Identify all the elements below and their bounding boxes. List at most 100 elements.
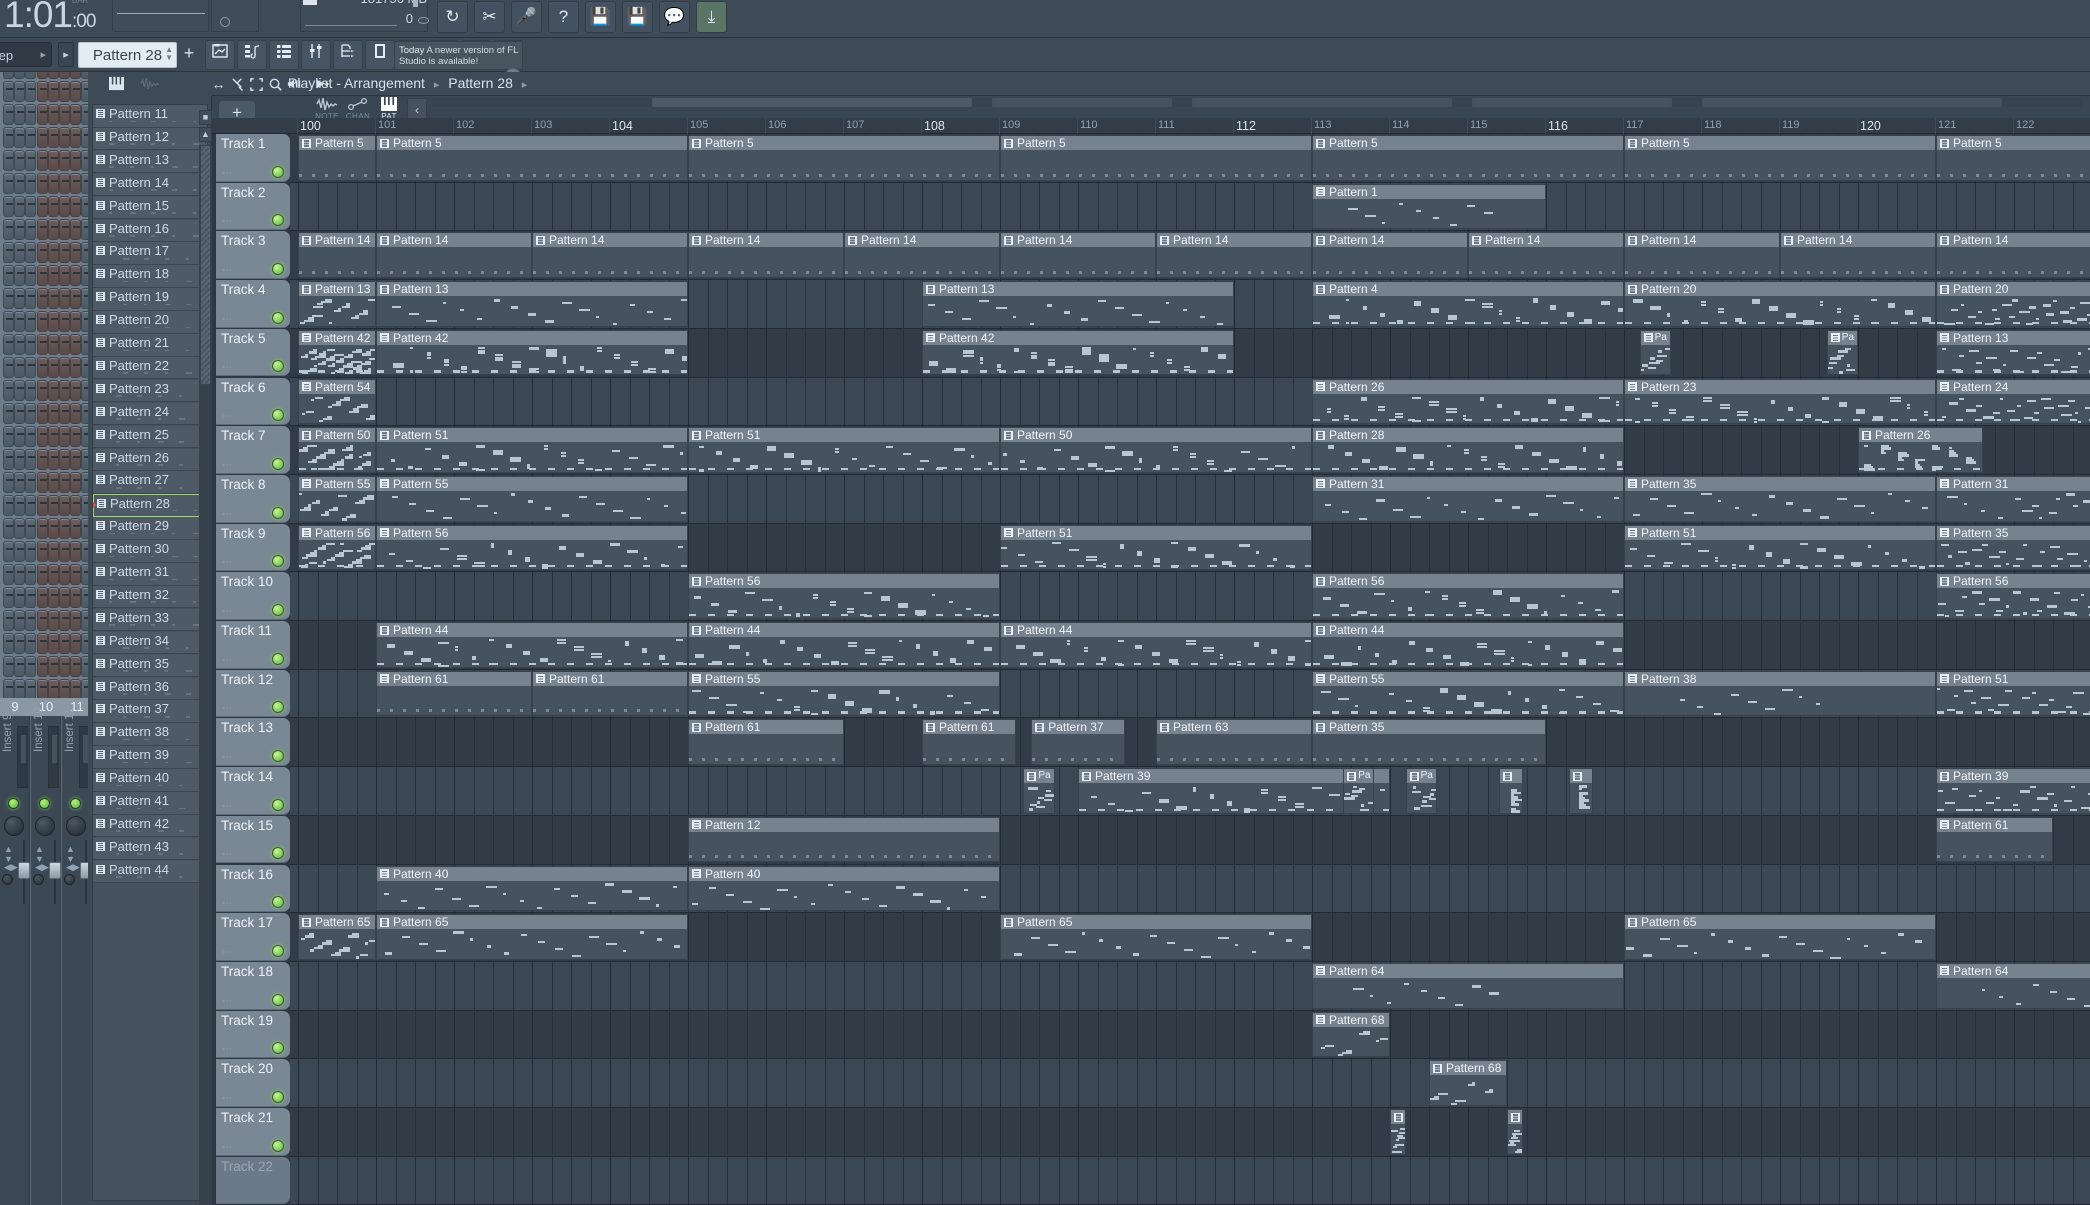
track-enable-led[interactable]: [272, 701, 284, 713]
playlist-clip[interactable]: Pattern 4: [1312, 281, 1624, 327]
mixer-pad-button[interactable]: [48, 173, 59, 194]
mixer-pad-button[interactable]: [59, 104, 70, 125]
clip-header[interactable]: Pattern 42: [299, 331, 375, 345]
mixer-pad-button[interactable]: [59, 127, 70, 148]
clip-header[interactable]: [1508, 1110, 1522, 1124]
mixer-pad-button[interactable]: [3, 104, 14, 125]
mixer-pad-button[interactable]: [25, 219, 36, 240]
mixer-pad-button[interactable]: [25, 449, 36, 470]
playlist-clip[interactable]: Pattern 14: [844, 232, 1000, 278]
playlist-clip[interactable]: Pattern 13: [922, 281, 1234, 327]
clip-header[interactable]: Pa: [1407, 769, 1436, 783]
mixer-pad-button[interactable]: [3, 334, 14, 355]
mixer-pad-button[interactable]: [25, 380, 36, 401]
mixer-pad-button[interactable]: [70, 242, 81, 263]
mixer-pad-button[interactable]: [25, 104, 36, 125]
mixer-pad-button[interactable]: [70, 311, 81, 332]
mixer-pad-button[interactable]: [48, 219, 59, 240]
mixer-pad-button[interactable]: [59, 311, 70, 332]
playlist-clip[interactable]: Pattern 44: [1312, 622, 1624, 668]
playlist-clip[interactable]: Pattern 68: [1312, 1012, 1390, 1058]
mixer-pad-button[interactable]: [3, 127, 14, 148]
clip-header[interactable]: Pattern 63: [1157, 720, 1311, 734]
playlist-clip[interactable]: Pattern 61: [532, 671, 688, 717]
mixer-pad-button[interactable]: [25, 495, 36, 516]
clip-header[interactable]: Pattern 14: [533, 233, 687, 247]
playlist-clip[interactable]: Pattern 51: [1624, 525, 1936, 571]
mixer-button-grid[interactable]: [0, 58, 88, 698]
clip-header[interactable]: Pattern 5: [1313, 136, 1623, 150]
mixer-pad-button[interactable]: [14, 150, 25, 171]
playlist-clip[interactable]: Pattern 42: [922, 330, 1234, 376]
mixer-pad-button[interactable]: [3, 311, 14, 332]
clip-header[interactable]: Pattern 35: [1937, 526, 2090, 540]
mixer-pad-button[interactable]: [14, 656, 25, 677]
export-download-icon[interactable]: ⤓: [696, 1, 727, 33]
mixer-pad-button[interactable]: [37, 610, 48, 631]
mixer-pad-button[interactable]: [25, 265, 36, 286]
playlist-clip[interactable]: Pattern 1: [1312, 184, 1546, 230]
mixer-pad-button[interactable]: [25, 334, 36, 355]
mixer-pad-button[interactable]: [3, 242, 14, 263]
clip-header[interactable]: Pattern 51: [1937, 672, 2090, 686]
track-header[interactable]: Track 14⋯: [216, 767, 290, 815]
mixer-pad-button[interactable]: [37, 357, 48, 378]
clip-header[interactable]: Pattern 61: [689, 720, 843, 734]
mixer-pad-button[interactable]: [37, 656, 48, 677]
track-enable-led[interactable]: [272, 1042, 284, 1054]
mixer-pad-button[interactable]: [25, 196, 36, 217]
clip-header[interactable]: Pattern 13: [1937, 331, 2090, 345]
loop-record-icon[interactable]: ↻: [437, 1, 468, 33]
track-header[interactable]: Track 3⋯: [216, 231, 290, 279]
mixer-pad-button[interactable]: [48, 656, 59, 677]
playlist-clip[interactable]: Pattern 14: [1936, 232, 2090, 278]
track-header[interactable]: Track 15⋯: [216, 816, 290, 864]
mixer-icon[interactable]: [301, 40, 331, 70]
clip-header[interactable]: Pattern 5: [689, 136, 999, 150]
track-header[interactable]: Track 1⋯: [216, 134, 290, 182]
clip-header[interactable]: Pa: [1641, 331, 1670, 345]
mixer-pad-button[interactable]: [14, 127, 25, 148]
volume-fader[interactable]: [18, 862, 30, 879]
clip-header[interactable]: Pattern 56: [1937, 574, 2090, 588]
zoom-tool-icon[interactable]: [266, 75, 285, 93]
mixer-pad-button[interactable]: [48, 357, 59, 378]
pattern-list-item[interactable]: Pattern 18: [93, 265, 208, 288]
track-options-icon[interactable]: ⋯: [222, 557, 234, 568]
route-up-down-icon[interactable]: ▲▼: [35, 844, 44, 864]
track-options-icon[interactable]: ⋯: [222, 411, 234, 422]
playlist-clip[interactable]: Pattern 14: [298, 232, 376, 278]
mixer-pad-button[interactable]: [37, 518, 48, 539]
mixer-pad-button[interactable]: [59, 564, 70, 585]
pattern-list-item[interactable]: Pattern 21: [93, 334, 208, 357]
mixer-pad-button[interactable]: [48, 633, 59, 654]
track-options-icon[interactable]: ⋯: [222, 362, 234, 373]
scrollbar-thumb[interactable]: [1192, 98, 1452, 107]
playlist-clip[interactable]: Pattern 5: [376, 135, 688, 181]
mixer-pad-button[interactable]: [37, 81, 48, 102]
mixer-pad-button[interactable]: [37, 127, 48, 148]
mixer-pad-button[interactable]: [14, 472, 25, 493]
clip-header[interactable]: Pattern 14: [1781, 233, 1935, 247]
mixer-pad-button[interactable]: [14, 173, 25, 194]
clip-header[interactable]: Pattern 61: [533, 672, 687, 686]
playlist-clip[interactable]: Pattern 51: [1936, 671, 2090, 717]
track-enable-led[interactable]: [272, 214, 284, 226]
mixer-pad-button[interactable]: [14, 104, 25, 125]
pattern-list-item[interactable]: Pattern 40: [93, 769, 208, 792]
insert-small-knob[interactable]: [33, 874, 44, 885]
pattern-list-item[interactable]: Pattern 31: [93, 563, 208, 586]
track-options-icon[interactable]: ⋯: [222, 898, 234, 909]
mixer-pad-button[interactable]: [37, 173, 48, 194]
mixer-pad-button[interactable]: [14, 564, 25, 585]
mixer-pad-button[interactable]: [25, 518, 36, 539]
pattern-list-item[interactable]: Pattern 30: [93, 540, 208, 563]
clip-header[interactable]: Pattern 14: [377, 233, 531, 247]
mixer-pad-button[interactable]: [14, 311, 25, 332]
playlist-clip[interactable]: Pattern 35: [1312, 719, 1546, 765]
track-headers[interactable]: Track 1⋯Track 2⋯Track 3⋯Track 4⋯Track 5⋯…: [212, 134, 290, 1205]
playlist-clip[interactable]: Pattern 56: [298, 525, 376, 571]
pattern-list-item[interactable]: Pattern 24: [93, 403, 208, 426]
track-enable-led[interactable]: [272, 458, 284, 470]
mixer-pad-button[interactable]: [37, 265, 48, 286]
